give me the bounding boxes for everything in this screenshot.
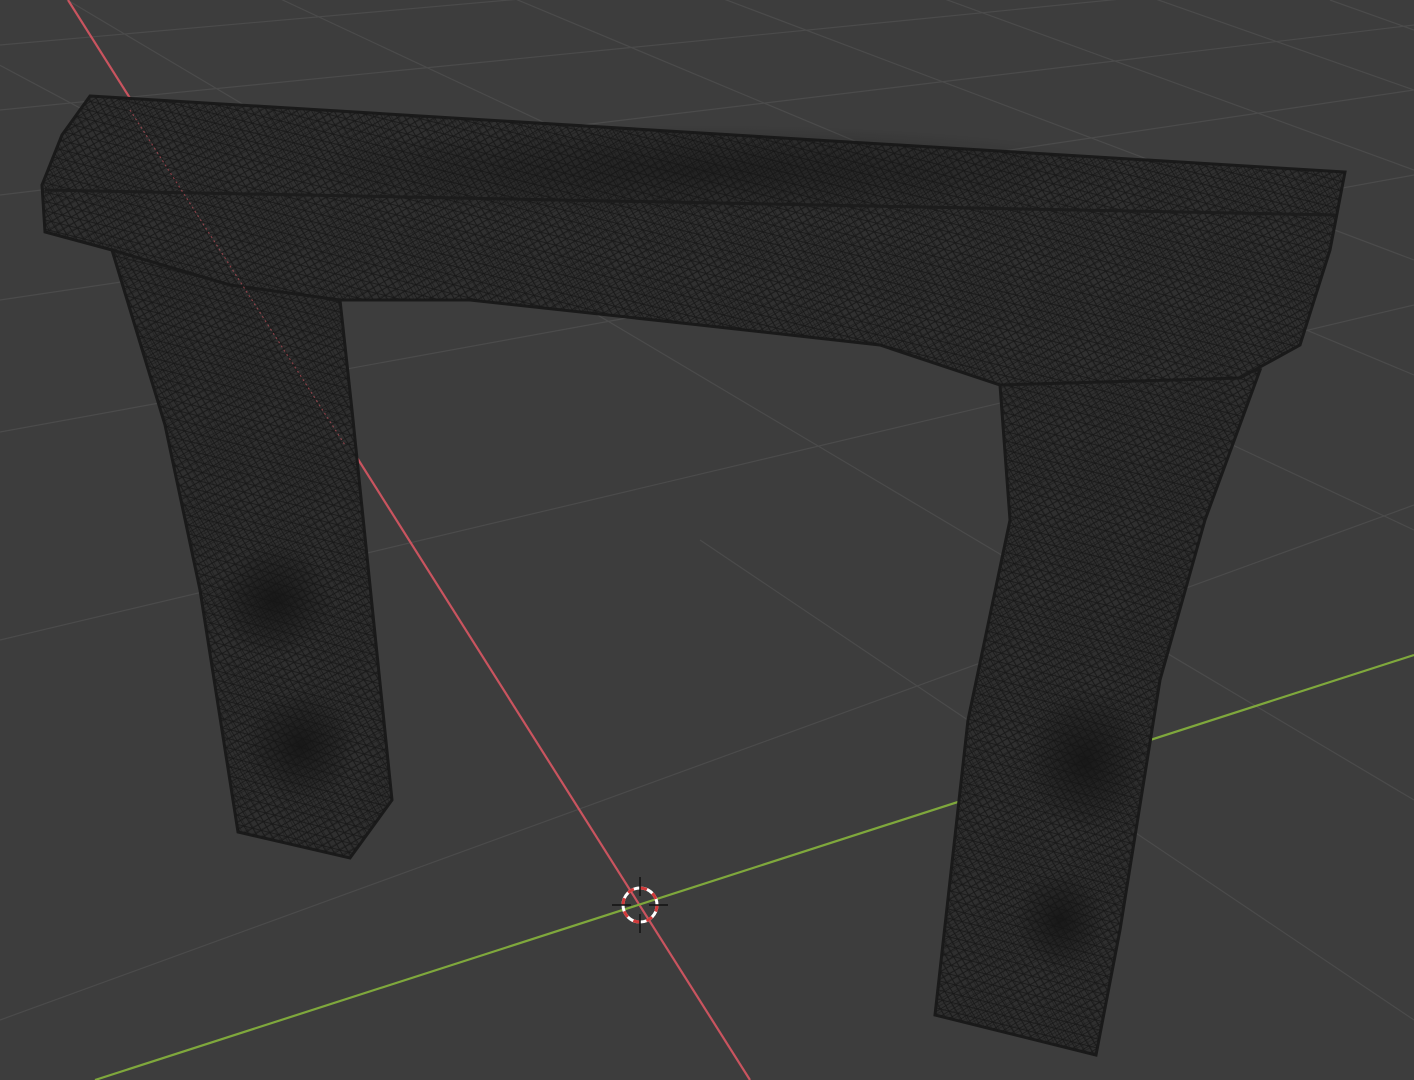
viewport-canvas[interactable] [0, 0, 1414, 1080]
3d-viewport[interactable] [0, 0, 1414, 1080]
